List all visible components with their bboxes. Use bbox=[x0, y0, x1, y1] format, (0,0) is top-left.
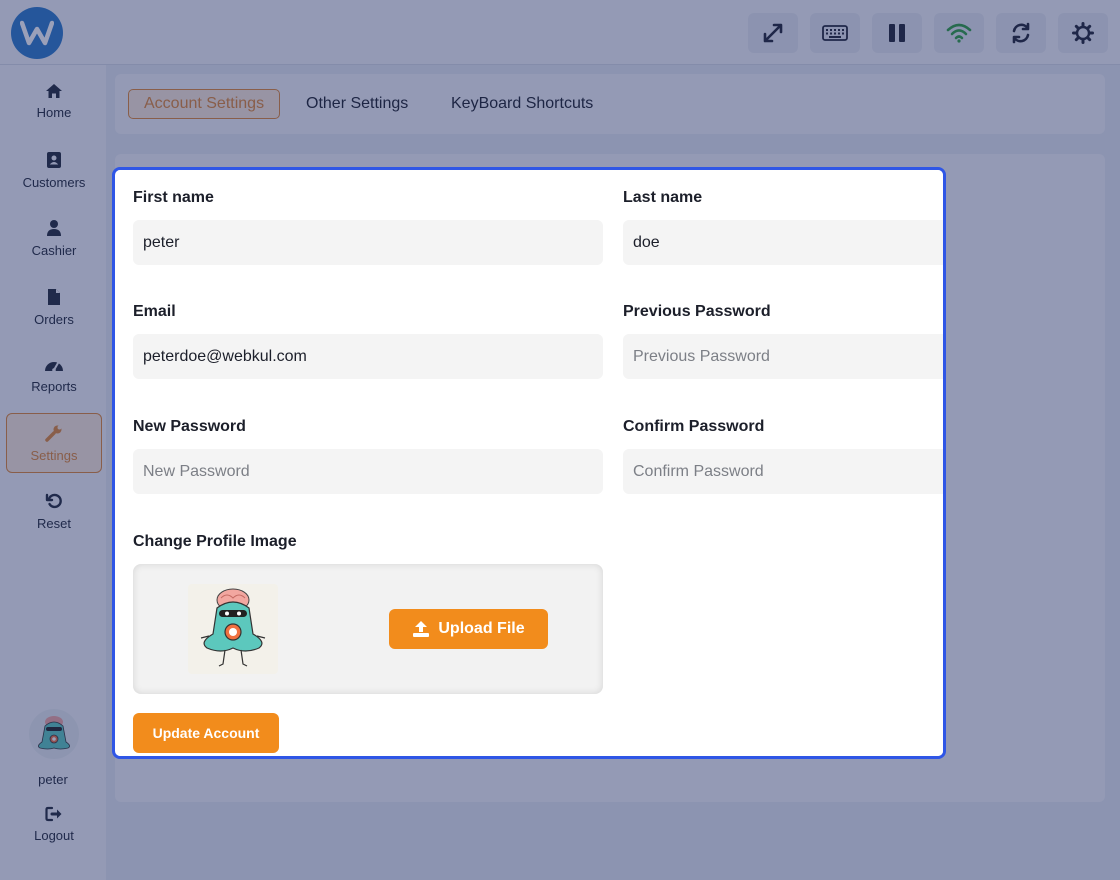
last-name-input[interactable] bbox=[623, 220, 943, 265]
profile-image-preview bbox=[188, 584, 278, 674]
account-form: First name Last name Email Previous Pass… bbox=[118, 170, 943, 756]
previous-password-label: Previous Password bbox=[623, 303, 771, 320]
confirm-password-label: Confirm Password bbox=[623, 418, 765, 435]
first-name-input[interactable] bbox=[133, 220, 603, 265]
new-password-input[interactable] bbox=[133, 449, 603, 494]
profile-image-label: Change Profile Image bbox=[133, 533, 297, 550]
email-label: Email bbox=[133, 303, 176, 320]
upload-file-label: Upload File bbox=[438, 620, 525, 637]
new-password-label: New Password bbox=[133, 418, 246, 435]
last-name-label: Last name bbox=[623, 189, 703, 206]
confirm-password-input[interactable] bbox=[623, 449, 943, 494]
first-name-label: First name bbox=[133, 189, 214, 206]
email-field[interactable] bbox=[133, 334, 603, 379]
update-account-button[interactable]: Update Account bbox=[133, 713, 279, 753]
upload-icon bbox=[413, 621, 430, 637]
upload-file-button[interactable]: Upload File bbox=[389, 609, 548, 649]
account-form-highlight: First name Last name Email Previous Pass… bbox=[112, 167, 946, 759]
monster-avatar-icon bbox=[200, 588, 266, 667]
previous-password-input[interactable] bbox=[623, 334, 943, 379]
profile-image-dropzone[interactable]: Upload File bbox=[133, 564, 603, 694]
